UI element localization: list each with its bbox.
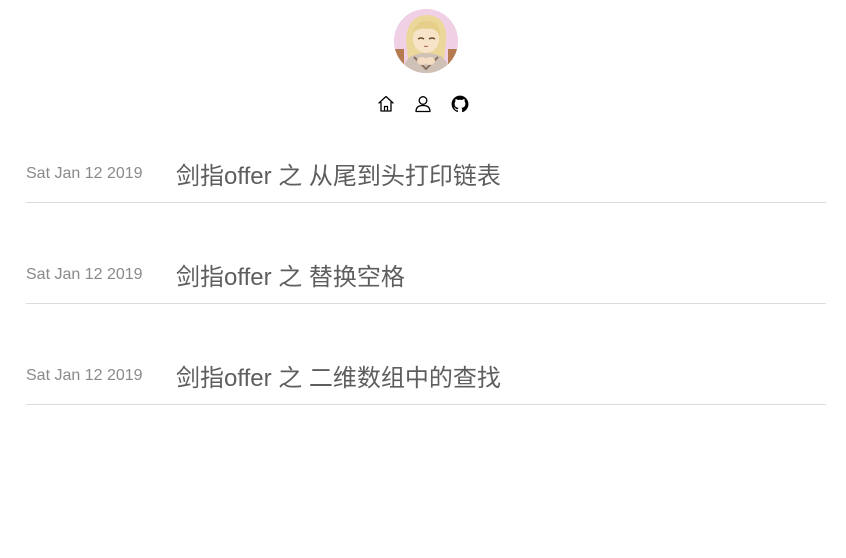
main-nav xyxy=(0,94,846,116)
post-date: Sat Jan 12 2019 xyxy=(26,367,143,384)
site-header xyxy=(0,0,846,130)
user-icon xyxy=(415,96,431,113)
post-list: Sat Jan 12 2019 剑指offer 之 从尾到头打印链表 Sat J… xyxy=(26,142,826,445)
nav-about[interactable] xyxy=(414,94,432,114)
github-icon xyxy=(451,95,469,113)
avatar-image xyxy=(394,9,458,73)
nav-github[interactable] xyxy=(451,94,469,114)
home-icon xyxy=(378,95,394,112)
post-date: Sat Jan 12 2019 xyxy=(26,266,143,283)
post-item[interactable]: Sat Jan 12 2019 剑指offer 之 二维数组中的查找 xyxy=(26,344,826,405)
post-title-link[interactable]: 剑指offer 之 从尾到头打印链表 xyxy=(176,156,501,191)
nav-home[interactable] xyxy=(377,94,395,114)
post-title-link[interactable]: 剑指offer 之 二维数组中的查找 xyxy=(176,358,501,393)
avatar[interactable] xyxy=(394,9,458,73)
post-item[interactable]: Sat Jan 12 2019 剑指offer 之 替换空格 xyxy=(26,243,826,304)
post-date: Sat Jan 12 2019 xyxy=(26,165,143,182)
post-item[interactable]: Sat Jan 12 2019 剑指offer 之 从尾到头打印链表 xyxy=(26,142,826,203)
post-title-link[interactable]: 剑指offer 之 替换空格 xyxy=(176,257,405,292)
